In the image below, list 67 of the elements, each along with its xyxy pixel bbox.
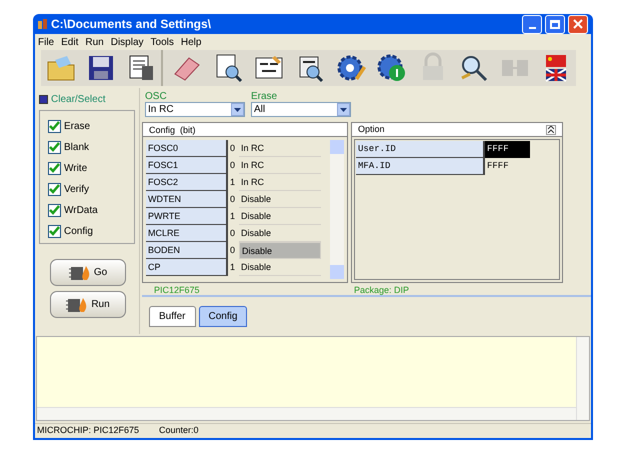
scrollbar[interactable]	[330, 140, 344, 279]
action-button[interactable]: Go	[50, 259, 126, 286]
checkbox-label: Config	[64, 225, 93, 239]
checkbox-label: Write	[64, 162, 88, 176]
app-icon	[38, 18, 48, 30]
menu-item[interactable]: File	[38, 34, 54, 50]
checkbox[interactable]	[48, 183, 61, 196]
config-bit-cell-text: 0	[229, 227, 236, 240]
menu-item[interactable]: Run	[85, 34, 104, 50]
checkbox[interactable]	[48, 162, 61, 175]
collapse-icon[interactable]	[546, 124, 556, 134]
maximize-button[interactable]	[545, 14, 565, 34]
config-name-cell: FOSC2	[146, 174, 228, 191]
option-name-cell: User.ID	[356, 141, 485, 158]
config-bit-cell-text: 1	[229, 210, 236, 223]
horizontal-scrollbar[interactable]	[37, 407, 576, 420]
status-text: MICROCHIP: PIC12F675	[37, 424, 140, 438]
checkbox[interactable]	[48, 141, 61, 154]
config-value-cell[interactable]: Disable	[239, 242, 321, 259]
config-name-cell: FOSC0	[146, 140, 228, 157]
config-bit-cell-text: 0	[229, 142, 236, 155]
config-header: Config (bit)	[143, 123, 347, 137]
close-button[interactable]	[568, 14, 588, 34]
gear-info-icon[interactable]	[376, 52, 408, 84]
menu-item[interactable]: Edit	[61, 34, 78, 50]
checkbox-label: WrData	[64, 204, 98, 218]
config-name-cell: CP	[146, 259, 228, 276]
close-icon	[573, 19, 583, 29]
config-bit-cell-text: 0	[229, 193, 236, 206]
dropdown[interactable]: In RC	[145, 102, 245, 117]
checkbox[interactable]	[48, 225, 61, 238]
dropdown[interactable]: All	[251, 102, 351, 117]
checkbox-label: Blank	[64, 141, 90, 155]
tab[interactable]: Buffer	[149, 306, 196, 327]
vertical-scrollbar[interactable]	[576, 337, 589, 420]
menu-item[interactable]: Tools	[150, 34, 174, 50]
package-label: Package: DIP	[353, 284, 410, 295]
tab[interactable]: Config	[198, 306, 248, 327]
action-button[interactable]: Run	[50, 291, 126, 318]
option-value-cell[interactable]: FFFF	[485, 141, 530, 158]
device-label: PIC12F675	[153, 284, 201, 295]
menu-item[interactable]: Display	[110, 34, 144, 50]
status-text: Counter:0	[159, 424, 199, 438]
erase-label: Erase	[251, 91, 278, 102]
config-bit-cell-text: 1	[229, 176, 236, 189]
config-name-cell: PWRTE	[146, 208, 228, 225]
config-bit-cell-text: 0	[229, 159, 236, 172]
caret-icon	[231, 103, 244, 116]
checkbox-label: Verify	[64, 183, 90, 197]
option-name-cell: MFA.ID	[356, 158, 485, 175]
window-title: C:\Documents and Settings\	[51, 16, 212, 33]
menu-item[interactable]: Help	[180, 34, 202, 50]
minimize-button[interactable]	[522, 14, 542, 34]
chip-flame-icon	[68, 264, 91, 282]
checkbox-label: Erase	[64, 120, 90, 134]
config-name-cell: WDTEN	[146, 191, 228, 208]
config-bit-cell-text: 0	[229, 244, 236, 257]
config-bit-cell-text: 1	[229, 261, 236, 274]
option-header: Option	[358, 122, 385, 136]
config-name-cell: FOSC1	[146, 157, 228, 174]
checkbox[interactable]	[48, 204, 61, 217]
chip-flame-icon	[66, 296, 88, 314]
config-name-cell: BODEN	[146, 242, 228, 259]
config-name-cell: MCLRE	[146, 225, 228, 242]
checkbox[interactable]	[48, 120, 61, 133]
osc-label: OSC	[145, 91, 168, 102]
caret-icon	[337, 103, 350, 116]
